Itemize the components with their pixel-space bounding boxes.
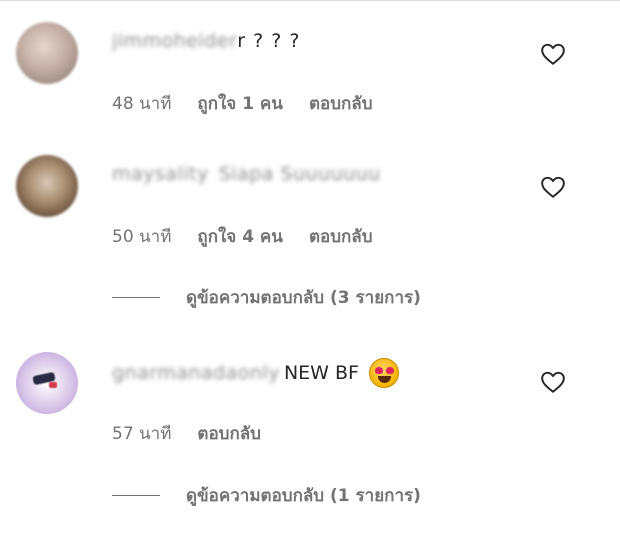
comment-time[interactable]: 57 นาที [112,420,171,447]
comment-line: maysality Siapa Suuuuuuu [112,163,381,185]
view-replies-label[interactable]: ดูข้อความตอบกลับ (3 รายการ) [186,284,421,311]
view-replies-label[interactable]: ดูข้อความตอบกลับ (1 รายการ) [186,482,421,509]
comment-line: gnarmanadaonly NEW BF [112,358,399,388]
top-divider [0,0,620,1]
comment-line: jimmoheider r ? ? ? [112,30,300,52]
reply-button[interactable]: ตอบกลับ [309,223,373,250]
avatar[interactable] [16,22,78,84]
view-replies-button[interactable]: ดูข้อความตอบกลับ (1 รายการ) [112,482,421,509]
comment-item: gnarmanadaonly NEW BF 57 นาที ตอบกลับ [0,352,620,462]
comment-text: Siapa Suuuuuuu [218,163,381,185]
heart-eyes-emoji-icon [368,358,399,388]
comment-time[interactable]: 48 นาที [112,90,171,117]
likes-count[interactable]: ถูกใจ 1 คน [197,90,283,117]
likes-count[interactable]: ถูกใจ 4 คน [197,223,283,250]
comment-text: NEW BF [283,362,359,384]
comment-meta: 48 นาที ถูกใจ 1 คน ตอบกลับ [112,90,372,117]
heart-icon[interactable] [540,42,566,66]
avatar[interactable] [16,155,78,217]
comment-username[interactable]: jimmoheider [112,30,237,52]
avatar-graphic [49,382,57,388]
view-replies-button[interactable]: ดูข้อความตอบกลับ (3 รายการ) [112,284,421,311]
comment-meta: 57 นาที ตอบกลับ [112,420,261,447]
comment-username[interactable]: maysality [112,163,209,185]
reply-button[interactable]: ตอบกลับ [309,90,373,117]
comment-username[interactable]: gnarmanadaonly [112,362,280,384]
comment-meta: 50 นาที ถูกใจ 4 คน ตอบกลับ [112,223,372,250]
reply-button[interactable]: ตอบกลับ [197,420,261,447]
comment-item: jimmoheider r ? ? ? 48 นาที ถูกใจ 1 คน ตอ… [0,22,620,132]
comment-text: r ? ? ? [237,30,301,52]
divider-dash [112,297,160,298]
heart-icon[interactable] [540,175,566,199]
comment-item: maysality Siapa Suuuuuuu 50 นาที ถูกใจ 4… [0,155,620,265]
avatar[interactable] [16,352,78,414]
heart-icon[interactable] [540,370,566,394]
comment-time[interactable]: 50 นาที [112,223,171,250]
divider-dash [112,495,160,496]
